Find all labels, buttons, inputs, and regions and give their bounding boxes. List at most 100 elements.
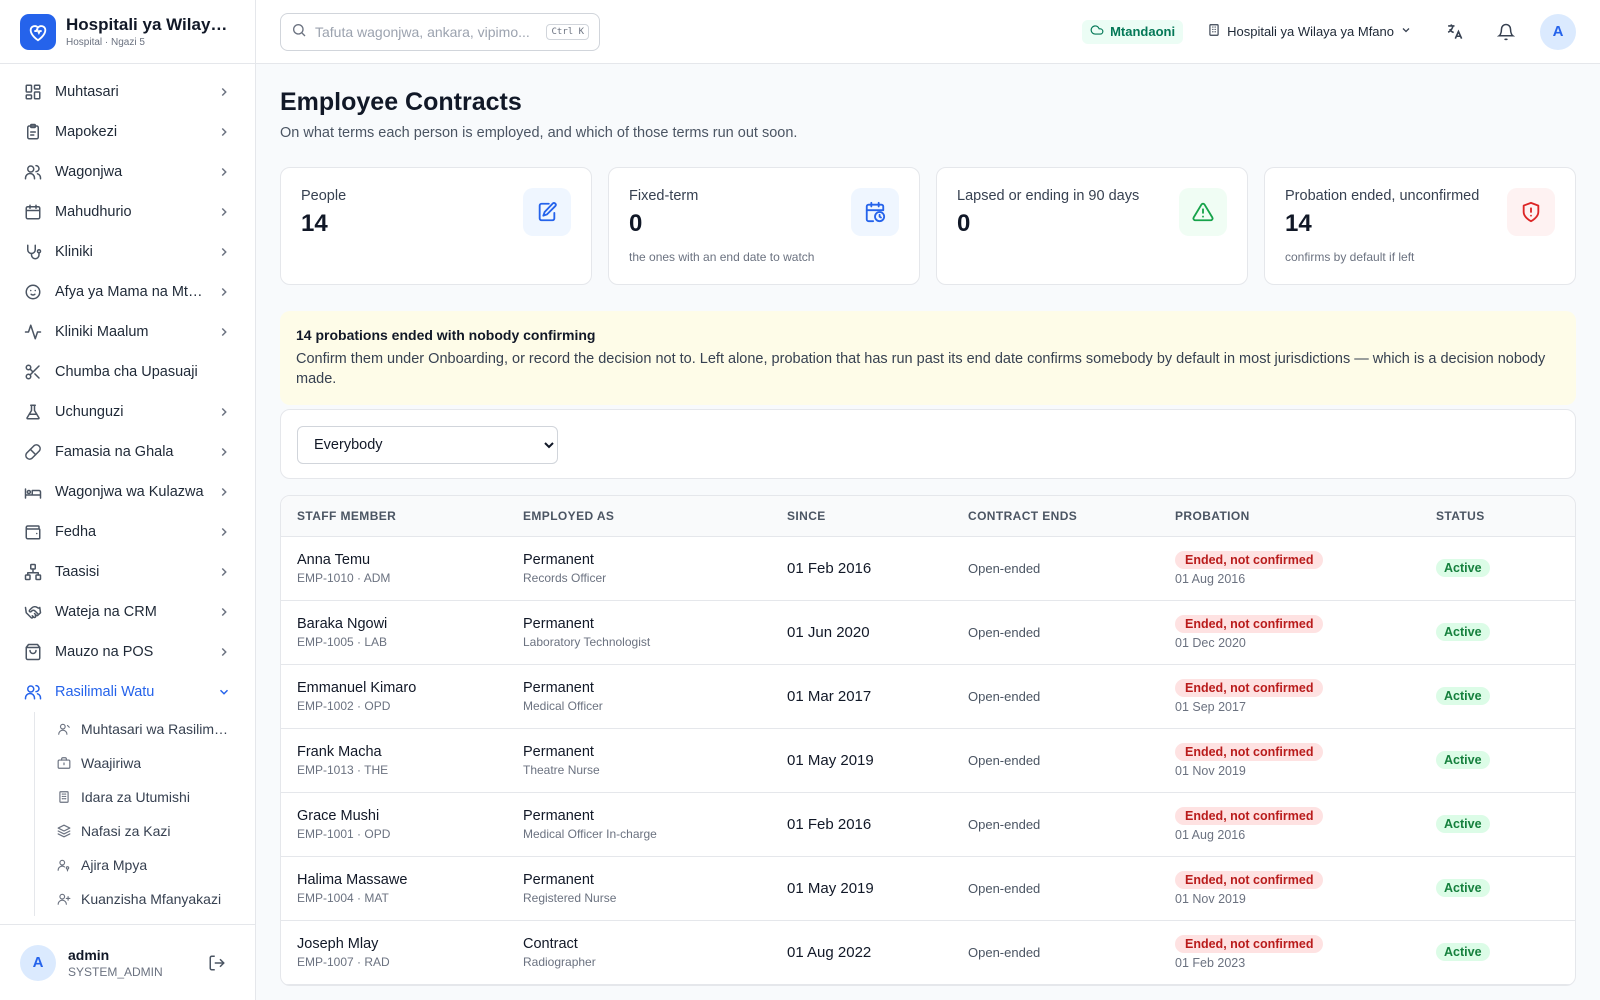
table-row[interactable]: Baraka Ngowi EMP-1005 · LAB Permanent Labor… — [281, 600, 1575, 665]
table-row[interactable]: Joseph Mlay EMP-1007 · RAD Contract Radiogr… — [281, 920, 1575, 985]
search-box[interactable]: Ctrl K — [280, 12, 600, 51]
sidebar: Hospitali ya Wilaya ya Mfano Hospital · … — [0, 0, 256, 1000]
stat-card: People 14 — [280, 167, 592, 285]
translate-icon[interactable] — [1436, 14, 1472, 50]
probation-cell: Ended, not confirmed 01 Sep 2017 — [1159, 664, 1420, 729]
staff-name[interactable]: Grace Mushi — [297, 808, 491, 824]
sidebar-item-muhtasari[interactable]: Muhtasari — [12, 72, 243, 112]
staff-name[interactable]: Baraka Ngowi — [297, 616, 491, 632]
contracts-table-card: STAFF MEMBER EMPLOYED AS SINCE CONTRACT END… — [280, 495, 1576, 986]
sidebar-item-taasisi[interactable]: Taasisi — [12, 552, 243, 592]
page-subtitle: On what terms each person is employed, a… — [280, 125, 798, 141]
status-cell: Active — [1420, 664, 1575, 729]
staff-name[interactable]: Frank Macha — [297, 744, 491, 760]
online-label: Mtandaoni — [1110, 24, 1176, 39]
table-row[interactable]: Grace Mushi EMP-1001 · OPD Permanent Medica… — [281, 792, 1575, 857]
job-title: Registered Nurse — [523, 890, 617, 905]
contract-ends-cell: Open-ended — [952, 728, 1159, 793]
sidebar-item-uchunguzi[interactable]: Uchunguzi — [12, 392, 243, 432]
user-box: A admin SYSTEM_ADMIN — [0, 924, 255, 1000]
sidebar-item-famasia-na-ghala[interactable]: Famasia na Ghala — [12, 432, 243, 472]
staff-name[interactable]: Emmanuel Kimaro — [297, 680, 491, 696]
sidebar-item-wateja-na-crm[interactable]: Wateja na CRM — [12, 592, 243, 632]
handshake-icon — [24, 603, 42, 621]
probation-end-date: 01 Aug 2016 — [1175, 571, 1246, 586]
staff-filter-select[interactable]: Everybody — [297, 426, 558, 464]
facility-name: Hospitali ya Wilaya ya Mfano — [1227, 24, 1394, 39]
subnav-item[interactable]: Ajira Mpya — [49, 848, 243, 882]
edit-doc-icon — [523, 188, 571, 236]
job-title: Theatre Nurse — [523, 762, 600, 777]
job-title: Records Officer — [523, 570, 607, 585]
sidebar-item-mapokezi[interactable]: Mapokezi — [12, 112, 243, 152]
sidebar-item-afya-ya-mama-na-mtoto[interactable]: Afya ya Mama na Mtoto — [12, 272, 243, 312]
staff-name[interactable]: Joseph Mlay — [297, 936, 491, 952]
sidebar-item-mauzo-na-pos[interactable]: Mauzo na POS — [12, 632, 243, 672]
status-cell: Active — [1420, 792, 1575, 857]
brand[interactable]: Hospitali ya Wilaya ya Mfano Hospital · … — [0, 0, 255, 64]
subnav-item[interactable]: Muhtasari wa Rasilimali Watu — [49, 712, 243, 746]
status-badge: Active — [1436, 943, 1490, 961]
logout-icon[interactable] — [199, 945, 235, 981]
chevron-right-icon — [217, 485, 231, 499]
subnav-item[interactable]: Idara za Utumishi — [49, 780, 243, 814]
staff-code: EMP-1004 · MAT — [297, 890, 389, 905]
job-title: Medical Officer — [523, 698, 603, 713]
search-input[interactable] — [315, 23, 539, 40]
column-header: PROBATION — [1159, 496, 1420, 537]
org-icon — [24, 563, 42, 581]
sidebar-item-label: Taasisi — [55, 564, 100, 580]
probation-cell: Ended, not confirmed 01 Dec 2020 — [1159, 600, 1420, 665]
shortcut-hint: Ctrl K — [546, 23, 589, 40]
column-header: CONTRACT ENDS — [952, 496, 1159, 537]
staff-code: EMP-1007 · RAD — [297, 954, 390, 969]
sidebar-item-kliniki-maalum[interactable]: Kliniki Maalum — [12, 312, 243, 352]
since-cell: 01 Feb 2016 — [771, 792, 952, 857]
job-title: Radiographer — [523, 954, 596, 969]
hr-subnav: Muhtasari wa Rasilimali Watu Waajiriwa Ida… — [34, 712, 243, 916]
status-cell: Active — [1420, 728, 1575, 793]
table-row[interactable]: Emmanuel Kimaro EMP-1002 · OPD Permanent Me… — [281, 664, 1575, 729]
facility-selector[interactable]: Hospitali ya Wilaya ya Mfano — [1199, 23, 1420, 40]
job-title: Medical Officer In-charge — [523, 826, 657, 841]
sidebar-item-wagonjwa[interactable]: Wagonjwa — [12, 152, 243, 192]
table-header-row: STAFF MEMBER EMPLOYED AS SINCE CONTRACT END… — [281, 496, 1575, 537]
employed-as-cell: Permanent Records Officer — [507, 536, 771, 601]
table-row[interactable]: Anna Temu EMP-1010 · ADM Permanent Records … — [281, 536, 1575, 601]
sidebar-item-kliniki[interactable]: Kliniki — [12, 232, 243, 272]
staff-name[interactable]: Anna Temu — [297, 552, 491, 568]
filter-card: Everybody — [280, 409, 1576, 479]
chevron-down-icon — [217, 685, 231, 699]
sidebar-item-wagonjwa-wa-kulazwa[interactable]: Wagonjwa wa Kulazwa — [12, 472, 243, 512]
status-badge: Active — [1436, 687, 1490, 705]
probation-end-date: 01 Dec 2020 — [1175, 635, 1246, 650]
subnav-item[interactable]: Kuanzisha Mfanyakazi — [49, 882, 243, 916]
chevron-right-icon — [217, 245, 231, 259]
staff-cell: Baraka Ngowi EMP-1005 · LAB — [281, 600, 507, 665]
employed-as-cell: Permanent Theatre Nurse — [507, 728, 771, 793]
sidebar-item-label: Famasia na Ghala — [55, 444, 174, 460]
subnav-item[interactable]: Waajiriwa — [49, 746, 243, 780]
table-row[interactable]: Halima Massawe EMP-1004 · MAT Permanent Reg… — [281, 856, 1575, 921]
sidebar-item-rasilimali-watu[interactable]: Rasilimali Watu — [12, 672, 243, 712]
user-role: SYSTEM_ADMIN — [68, 964, 163, 979]
building-icon — [57, 790, 71, 804]
staff-name[interactable]: Halima Massawe — [297, 872, 491, 888]
avatar[interactable]: A — [1540, 13, 1576, 50]
subnav-item[interactable]: Nafasi za Kazi — [49, 814, 243, 848]
alert-body: Confirm them under Onboarding, or record… — [296, 351, 1546, 387]
probation-alert: 14 probations ended with nobody confirmi… — [280, 311, 1576, 405]
probation-cell: Ended, not confirmed 01 Nov 2019 — [1159, 728, 1420, 793]
contract-ends-cell: Open-ended — [952, 536, 1159, 601]
sidebar-item-mahudhurio[interactable]: Mahudhurio — [12, 192, 243, 232]
bell-icon[interactable] — [1488, 14, 1524, 50]
probation-badge: Ended, not confirmed — [1175, 934, 1324, 953]
stat-card: Probation ended, unconfirmed 14 confirms b… — [1264, 167, 1576, 285]
table-row[interactable]: Frank Macha EMP-1013 · THE Permanent Theatr… — [281, 728, 1575, 793]
avatar[interactable]: A — [20, 944, 56, 981]
sidebar-item-chumba-cha-upasuaji[interactable]: Chumba cha Upasuaji — [12, 352, 243, 392]
search-icon — [291, 22, 307, 41]
stat-note: the ones with an end date to watch — [629, 250, 815, 264]
clipboard-icon — [24, 123, 42, 141]
sidebar-item-fedha[interactable]: Fedha — [12, 512, 243, 552]
